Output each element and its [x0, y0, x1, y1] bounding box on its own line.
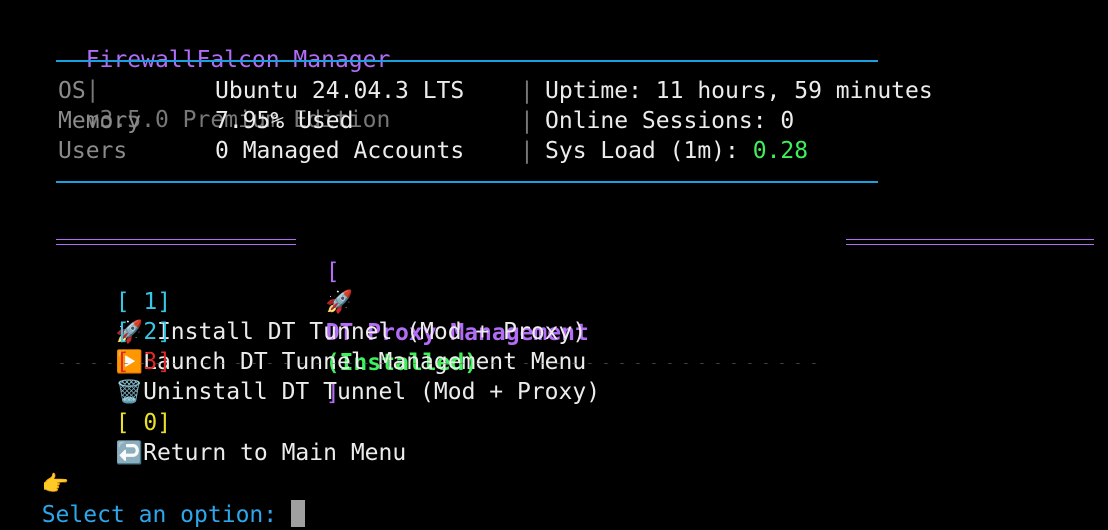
menu-item-uninstall[interactable]: [ 3] 🗑️Uninstall DT Tunnel (Mod + Proxy) [88, 317, 600, 405]
top-rule [56, 60, 878, 62]
info-label: OS [58, 78, 86, 104]
column-separator: | [520, 108, 534, 134]
tilde-separator [58, 352, 818, 364]
info-label: Users [58, 138, 128, 164]
menu-item-return[interactable]: [ 0] ↩️Return to Main Menu [88, 378, 407, 466]
info-label: Memory [58, 108, 142, 134]
info-right-value: 11 hours, 59 minutes [655, 78, 933, 104]
info-value: 7.95% Used [215, 108, 354, 134]
info-value: 0 Managed Accounts [215, 138, 465, 164]
pointing-hand-icon: 👉 [41, 472, 70, 497]
bottom-rule [56, 181, 878, 183]
column-separator: | [520, 78, 534, 104]
info-value: Ubuntu 24.04.3 LTS [215, 78, 465, 104]
column-separator: | [520, 138, 534, 164]
sys-load-value: 0.28 [752, 138, 809, 164]
info-row-memory: Memory 7.95% Used | Online Sessions: 0 [58, 106, 1058, 136]
section-left-rule [56, 239, 296, 245]
menu-key: [ 0] [115, 410, 172, 436]
prompt-line[interactable]: 👉 Select an option: [14, 439, 305, 528]
section-title-line: [ 🚀 DT Proxy Management (Installed) ] [298, 227, 589, 406]
info-right-label: Sys Load (1m): [545, 138, 753, 164]
header-line: FirewallFalcon Manager | v3.5.0 Premium … [58, 15, 391, 133]
menu-item-launch[interactable]: [ 2] ▶️Launch DT Tunnel Management Menu [88, 287, 587, 375]
text-cursor[interactable] [290, 500, 305, 527]
menu-item-install[interactable]: [ 1] 🚀 Install DT Tunnel (Mod + Proxy) [88, 257, 587, 345]
info-right-label: Uptime: [545, 78, 656, 104]
prompt-text: Select an option: [41, 502, 291, 528]
info-right-label: Online Sessions: [545, 108, 781, 134]
info-row-users: Users 0 Managed Accounts | Sys Load (1m)… [58, 136, 1058, 166]
section-right-rule [846, 239, 1094, 245]
info-right-value: 0 [780, 108, 795, 134]
info-row-os: OS Ubuntu 24.04.3 LTS | Uptime: 11 hours… [58, 76, 1058, 106]
